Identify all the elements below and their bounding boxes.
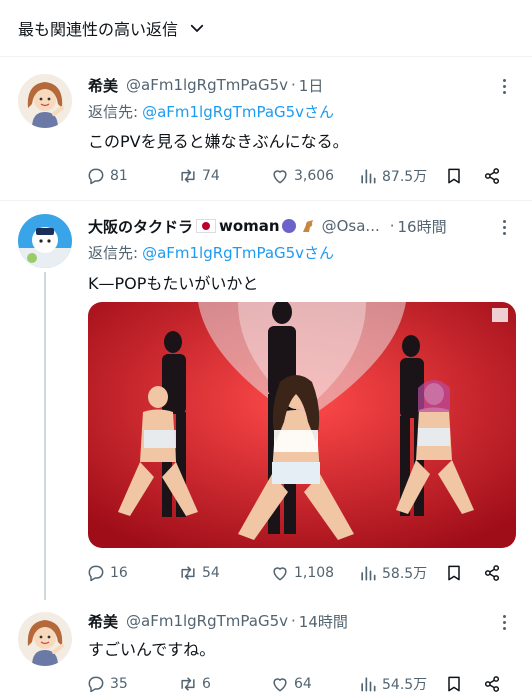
avatar[interactable] [18,612,72,666]
reply-sort-dropdown[interactable]: 最も関連性の高い返信 [18,14,206,42]
reply-count: 81 [110,168,128,184]
views-button[interactable]: 58.5万 [358,563,444,583]
tweet-header: 希美 @aFm1lgRgTmPaG5v · 1日 [88,74,323,96]
bookmark-icon [448,676,460,692]
reply-tweet[interactable]: 大阪のタクドラ woman @Osa... · 16時間 返信先: @aFm1l… [0,200,532,600]
share-icon [484,676,500,692]
user-handle[interactable]: @Osa... [322,217,380,235]
reply-button[interactable]: 35 [86,674,178,694]
share-button[interactable] [482,674,502,694]
retweet-icon [181,566,195,580]
display-name[interactable]: 希美 [88,75,118,96]
like-icon [273,170,287,184]
like-button[interactable]: 3,606 [270,166,358,186]
timestamp[interactable]: 1日 [299,75,324,96]
reply-prefix: 返信先: [88,243,139,262]
reply-icon [88,168,104,185]
timestamp[interactable]: 16時間 [398,216,447,237]
retweet-button[interactable]: 6 [178,674,270,694]
like-count: 64 [294,676,312,692]
reply-button[interactable]: 16 [86,563,178,583]
action-bar: 16 54 1,108 58.5万 [86,561,506,585]
views-icon [361,169,376,184]
more-icon[interactable] [494,217,514,237]
separator-dot: · [291,76,296,94]
like-count: 3,606 [294,168,335,184]
like-icon [273,678,287,692]
retweet-button[interactable]: 74 [178,166,270,186]
retweet-icon [181,677,195,691]
reply-to-line: 返信先: @aFm1lgRgTmPaG5vさん [88,241,334,263]
reply-prefix: 返信先: [88,102,139,121]
tweet-header: 大阪のタクドラ woman @Osa... · 16時間 [88,215,447,237]
bookmark-icon [448,565,460,581]
reply-icon [88,565,104,582]
views-count: 58.5万 [382,566,428,582]
more-icon[interactable] [494,76,514,96]
avatar[interactable] [18,74,72,128]
grapes-icon [281,219,296,233]
views-icon [361,566,376,581]
tweet-text: K—POPもたいがいかと [88,274,259,293]
reply-mention-link[interactable]: @aFm1lgRgTmPaG5vさん [142,101,334,122]
views-count: 54.5万 [382,677,428,693]
tweet-media-image[interactable] [88,302,516,548]
reply-tweet[interactable]: 希美 @aFm1lgRgTmPaG5v · 1日 返信先: @aFm1lgRgT… [0,56,532,200]
share-button[interactable] [482,166,502,186]
tweet-text: このPVを見ると嫌なきぶんになる。 [88,132,349,151]
retweet-count: 6 [202,676,211,692]
tweet-header: 希美 @aFm1lgRgTmPaG5v · 14時間 [88,610,348,632]
sort-label: 最も関連性の高い返信 [18,20,179,39]
display-name[interactable]: 大阪のタクドラ [88,216,193,237]
separator-dot: · [389,217,395,235]
display-name[interactable]: 希美 [88,611,118,632]
views-count: 87.5万 [382,169,428,185]
bookmark-icon [448,168,460,184]
chevron-down-icon [190,24,204,32]
retweet-count: 54 [202,565,220,581]
share-icon [484,565,500,581]
views-button[interactable]: 87.5万 [358,166,444,186]
thread-line [44,272,46,600]
views-icon [361,677,376,692]
avatar[interactable] [18,214,72,268]
like-button[interactable]: 64 [270,674,358,694]
timestamp[interactable]: 14時間 [299,611,348,632]
retweet-count: 74 [202,168,220,184]
more-icon[interactable] [494,612,514,632]
japan-flag-icon [196,219,217,233]
like-count: 1,108 [294,565,335,581]
separator-dot: · [291,612,296,630]
retweet-icon [181,169,195,183]
user-handle[interactable]: @aFm1lgRgTmPaG5v [126,76,288,94]
action-bar: 81 74 3,606 87.5万 [86,164,506,188]
share-button[interactable] [482,563,502,583]
reply-to-line: 返信先: @aFm1lgRgTmPaG5vさん [88,100,334,122]
display-name-suffix[interactable]: woman [219,217,280,235]
tweet-text: すごいんですね。 [88,640,216,659]
user-handle[interactable]: @aFm1lgRgTmPaG5v [126,612,288,630]
bookmark-button[interactable] [444,166,482,186]
retweet-button[interactable]: 54 [178,563,270,583]
reply-count: 16 [110,565,128,581]
bookmark-button[interactable] [444,563,482,583]
share-icon [484,168,500,184]
views-button[interactable]: 54.5万 [358,674,444,694]
reply-button[interactable]: 81 [86,166,178,186]
reply-tweet[interactable]: 希美 @aFm1lgRgTmPaG5v · 14時間 すごいんですね。 35 6… [0,600,532,700]
bookmark-button[interactable] [444,674,482,694]
action-bar: 35 6 64 54.5万 [86,672,506,696]
reply-icon [88,676,104,693]
like-button[interactable]: 1,108 [270,563,358,583]
horse-icon [302,220,313,232]
reply-count: 35 [110,676,128,692]
reply-mention-link[interactable]: @aFm1lgRgTmPaG5vさん [142,242,334,263]
like-icon [273,567,287,581]
